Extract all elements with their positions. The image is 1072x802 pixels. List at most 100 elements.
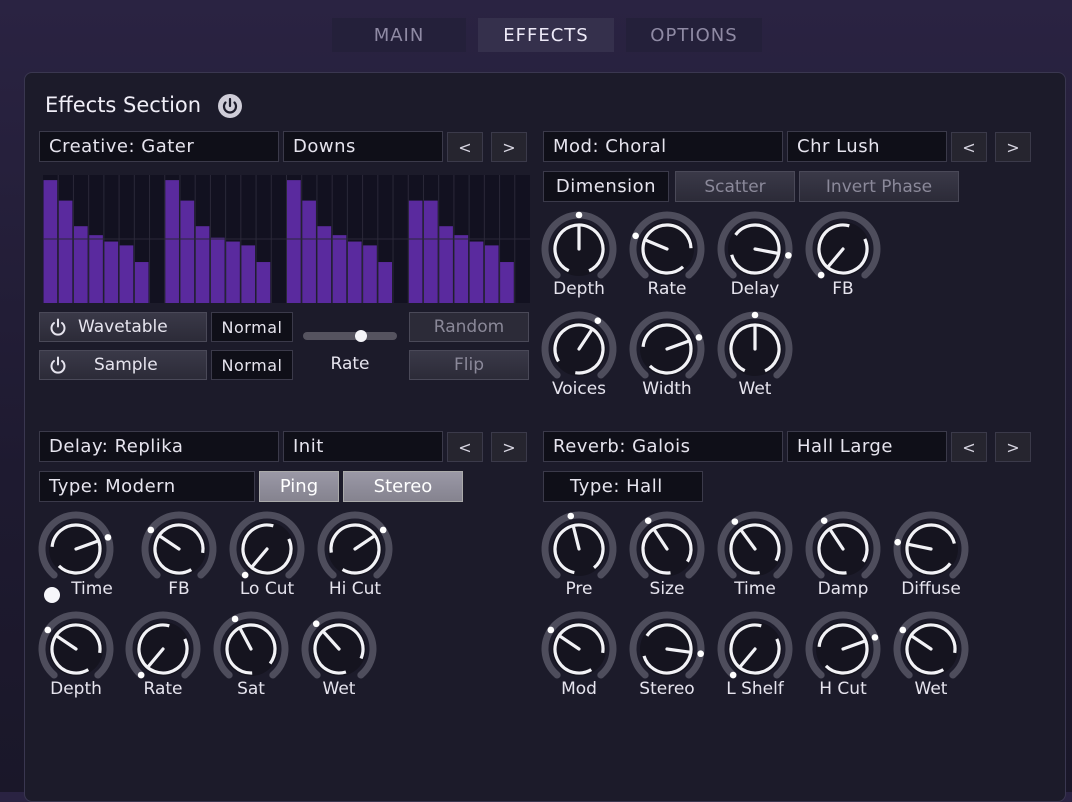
delay-lo-cut-knob[interactable] — [227, 509, 307, 589]
sample-mode-select[interactable]: Normal — [211, 350, 293, 380]
gater-preset-select[interactable]: Downs — [283, 131, 443, 162]
delay-fb-knob[interactable] — [139, 509, 219, 589]
gater-step-bar[interactable] — [226, 241, 240, 303]
chorus-wet-knob[interactable] — [715, 309, 795, 389]
gater-step-bar[interactable] — [43, 180, 58, 303]
gater-next-button[interactable]: > — [491, 132, 527, 162]
gater-step-bar[interactable] — [500, 262, 514, 303]
gater-step-bar[interactable] — [180, 200, 195, 303]
reverb-preset-select[interactable]: Hall Large — [787, 431, 947, 462]
delay-fb-knob-indicator — [147, 526, 155, 534]
reverb-size-knob-label: Size — [649, 579, 685, 599]
delay-rate-knob-label: Rate — [143, 679, 183, 699]
chorus-voices-knob[interactable] — [539, 309, 619, 389]
delay-fb-knob-label: FB — [168, 579, 190, 599]
reverb-diffuse-knob[interactable] — [891, 509, 971, 589]
gater-step-bar[interactable] — [423, 200, 438, 303]
random-button[interactable]: Random — [409, 312, 529, 342]
tab-effects[interactable]: EFFECTS — [478, 18, 614, 52]
chorus-delay-knob[interactable] — [715, 209, 795, 289]
gater-step-bar[interactable] — [469, 241, 484, 303]
gater-step-bar[interactable] — [195, 226, 210, 303]
delay-depth-knob[interactable] — [36, 609, 116, 689]
chorus-depth-knob[interactable] — [539, 209, 619, 289]
wavetable-toggle-button[interactable]: Wavetable — [39, 312, 207, 342]
delay-module-select[interactable]: Delay: Replika — [39, 431, 279, 462]
chorus-fb-knob[interactable] — [803, 209, 883, 289]
gater-step-bar[interactable] — [210, 237, 225, 303]
reverb-wet-knob[interactable] — [891, 609, 971, 689]
gater-step-bar[interactable] — [241, 245, 256, 303]
gater-step-bar[interactable] — [165, 180, 179, 303]
reverb-type-select[interactable]: Type: Hall — [543, 471, 703, 502]
invert-phase-button[interactable]: Invert Phase — [799, 171, 959, 202]
flip-button[interactable]: Flip — [409, 350, 529, 380]
section-power-icon[interactable] — [217, 93, 243, 119]
stereo-button[interactable]: Stereo — [343, 471, 463, 502]
gater-step-bar[interactable] — [454, 235, 469, 303]
gater-step-bar[interactable] — [302, 200, 316, 303]
delay-wet-knob[interactable] — [299, 609, 379, 689]
gater-step-bar[interactable] — [408, 200, 423, 303]
reverb-damp-knob[interactable] — [803, 509, 883, 589]
delay-time-knob[interactable] — [36, 509, 116, 589]
gater-step-bar[interactable] — [73, 226, 88, 303]
delay-preset-select[interactable]: Init — [283, 431, 443, 462]
chorus-depth-knob-indicator — [575, 211, 583, 219]
chorus-prev-button[interactable]: < — [951, 132, 987, 162]
delay-type-select[interactable]: Type: Modern — [39, 471, 255, 502]
reverb-pre-knob[interactable] — [539, 509, 619, 589]
reverb-time-knob[interactable] — [715, 509, 795, 589]
wavetable-power-icon — [50, 318, 66, 336]
gater-step-bar[interactable] — [484, 245, 499, 303]
tab-main[interactable]: MAIN — [332, 18, 466, 52]
ping-button[interactable]: Ping — [259, 471, 339, 502]
gater-module-select[interactable]: Creative: Gater — [39, 131, 279, 162]
gater-step-bar[interactable] — [89, 235, 103, 303]
dimension-button[interactable]: Dimension — [543, 171, 669, 202]
reverb-h-cut-knob[interactable] — [803, 609, 883, 689]
rate-slider-thumb[interactable] — [355, 330, 368, 342]
gater-step-bar[interactable] — [378, 262, 393, 303]
sample-toggle-button[interactable]: Sample — [39, 350, 207, 380]
reverb-stereo-knob[interactable] — [627, 609, 707, 689]
gater-step-bar[interactable] — [347, 241, 362, 303]
gater-step-bar[interactable] — [332, 235, 347, 303]
reverb-l-shelf-knob[interactable] — [715, 609, 795, 689]
reverb-size-knob-indicator — [644, 517, 652, 524]
wavetable-mode-select[interactable]: Normal — [211, 312, 293, 342]
tab-options[interactable]: OPTIONS — [626, 18, 762, 52]
reverb-prev-button[interactable]: < — [951, 432, 987, 462]
delay-rate-knob[interactable] — [123, 609, 203, 689]
chorus-module-select[interactable]: Mod: Choral — [543, 131, 783, 162]
reverb-module-select[interactable]: Reverb: Galois — [543, 431, 783, 462]
reverb-mod-knob[interactable] — [539, 609, 619, 689]
gater-step-sequencer[interactable] — [43, 175, 530, 303]
gater-step-bar[interactable] — [317, 226, 332, 303]
reverb-next-button[interactable]: > — [995, 432, 1031, 462]
gater-step-bar[interactable] — [256, 262, 271, 303]
delay-hi-cut-knob[interactable] — [315, 509, 395, 589]
chorus-next-button[interactable]: > — [995, 132, 1031, 162]
delay-prev-button[interactable]: < — [447, 432, 483, 462]
scatter-button[interactable]: Scatter — [675, 171, 795, 202]
gater-step-bar[interactable] — [58, 200, 73, 303]
delay-lo-cut-knob-indicator — [241, 571, 249, 579]
delay-sat-knob[interactable] — [211, 609, 291, 689]
delay-sat-knob-indicator — [231, 615, 239, 623]
delay-next-button[interactable]: > — [491, 432, 527, 462]
reverb-size-knob[interactable] — [627, 509, 707, 589]
gater-step-bar[interactable] — [363, 245, 377, 303]
chorus-preset-select[interactable]: Chr Lush — [787, 131, 947, 162]
reverb-damp-knob-indicator — [820, 517, 828, 524]
chorus-rate-knob[interactable] — [627, 209, 707, 289]
chorus-width-knob[interactable] — [627, 309, 707, 389]
gater-step-bar[interactable] — [439, 226, 453, 303]
rate-slider-track[interactable] — [303, 332, 397, 340]
gater-prev-button[interactable]: < — [447, 132, 483, 162]
gater-step-bar[interactable] — [134, 262, 149, 303]
gater-step-bar[interactable] — [287, 180, 301, 303]
gater-step-bar[interactable] — [104, 241, 119, 303]
reverb-stereo-knob-label: Stereo — [639, 679, 695, 699]
gater-step-bar[interactable] — [119, 245, 134, 303]
